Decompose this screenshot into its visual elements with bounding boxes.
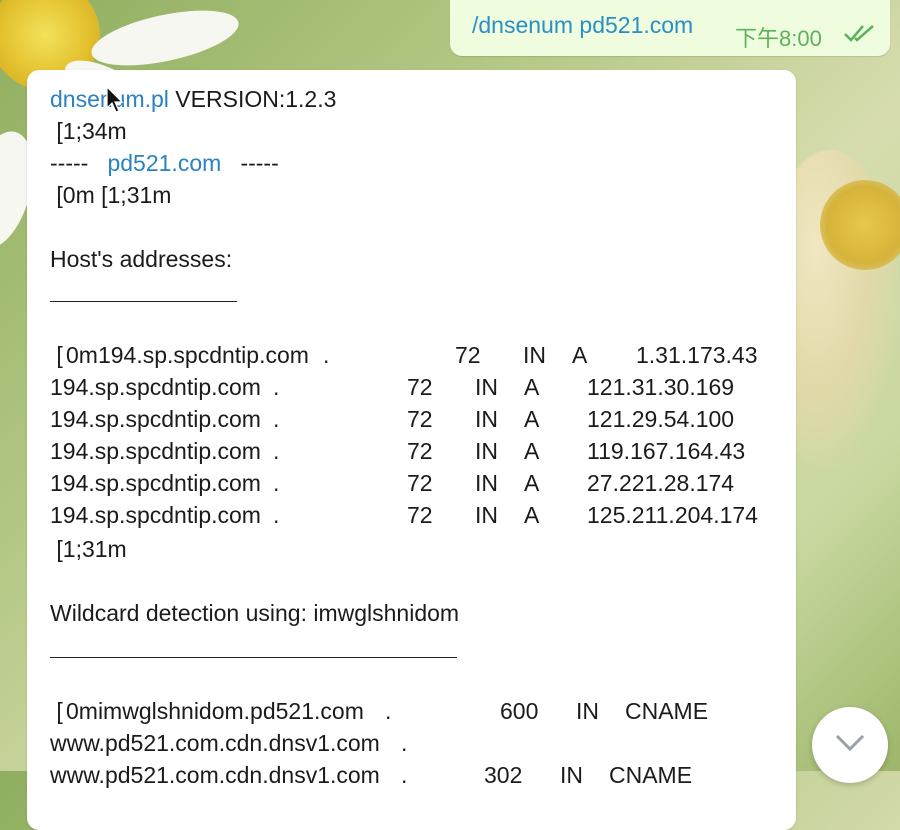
scroll-down-button[interactable]	[812, 707, 888, 783]
host-link[interactable]: www.pd521.com.cdn.dnsv1.com	[50, 728, 380, 758]
ip-link[interactable]: 27.221.28.174	[587, 468, 734, 498]
dash-suffix: -----	[221, 150, 279, 176]
host-link[interactable]: 194.sp.spcdntip.com	[50, 500, 261, 530]
ttl-value: 600	[500, 698, 539, 724]
ip-link[interactable]: 119.167.164.43	[587, 436, 745, 466]
host-link[interactable]: 0m194.sp.spcdntip.com	[66, 340, 309, 370]
ttl-value: 302	[484, 762, 523, 788]
ip-link[interactable]: 125.211.204.174	[587, 500, 758, 530]
double-check-icon	[844, 25, 874, 42]
record-type: A	[524, 374, 540, 400]
ansi-prefix: [	[50, 342, 63, 368]
domain-line: ----- pd521.com -----	[50, 148, 279, 178]
chevron-down-icon	[835, 734, 865, 752]
host-dot: .	[273, 406, 280, 432]
record-class: IN	[560, 762, 583, 788]
ttl-value: 72	[407, 502, 433, 528]
record-class: IN	[523, 342, 546, 368]
tool-version: VERSION:1.2.3	[168, 86, 337, 112]
host-dot: .	[273, 438, 280, 464]
record-type: A	[524, 470, 540, 496]
host-link[interactable]: 0mimwglshnidom.pd521.com	[66, 696, 364, 726]
ttl-value: 72	[407, 406, 433, 432]
ttl-value: 72	[455, 342, 481, 368]
wildcard-heading: Wildcard detection using: imwglshnidom	[50, 600, 460, 626]
host-link[interactable]: 194.sp.spcdntip.com	[50, 436, 261, 466]
dash-prefix: -----	[50, 150, 108, 176]
ttl-value: 72	[407, 374, 433, 400]
ip-link[interactable]: 121.29.54.100	[587, 404, 734, 434]
outgoing-message-text: /dnsenum pd521.com	[472, 12, 694, 38]
ansi-code-line: [0m [1;31m	[50, 182, 172, 208]
message-time: 下午8:00	[735, 26, 822, 51]
ip-link[interactable]: 1.31.173.43	[636, 340, 758, 370]
ttl-value: 72	[407, 438, 433, 464]
record-class: IN	[475, 438, 498, 464]
background-flower-center	[820, 180, 900, 270]
domain-link[interactable]: pd521.com	[107, 150, 221, 176]
host-link[interactable]: 194.sp.spcdntip.com	[50, 468, 261, 498]
ansi-code-line: [1;34m	[50, 118, 127, 144]
host-dot: .	[273, 374, 280, 400]
host-dot: .	[385, 698, 392, 724]
record-class: IN	[475, 502, 498, 528]
hosts-heading: Host's addresses:	[50, 246, 233, 272]
host-dot: .	[401, 730, 408, 756]
mouse-cursor-icon	[106, 86, 124, 113]
record-class: IN	[576, 698, 599, 724]
ansi-prefix: [	[50, 698, 63, 724]
background-petal	[86, 0, 244, 77]
host-link[interactable]: 194.sp.spcdntip.com	[50, 372, 261, 402]
wildcard-underline	[50, 657, 457, 658]
host-dot: .	[323, 342, 330, 368]
host-dot: .	[273, 470, 280, 496]
ansi-code-line: [1;31m	[50, 536, 127, 562]
record-class: IN	[475, 470, 498, 496]
record-type: A	[524, 406, 540, 432]
ip-link[interactable]: 121.31.30.169	[587, 372, 734, 402]
ttl-value: 72	[407, 470, 433, 496]
record-type: A	[524, 438, 540, 464]
host-link[interactable]: 194.sp.spcdntip.com	[50, 404, 261, 434]
record-type: CNAME	[625, 698, 709, 724]
header-line: dnsenum.pl VERSION:1.2.3	[50, 84, 336, 114]
outgoing-message-bubble[interactable]: /dnsenum pd521.com 下午8:00	[450, 0, 890, 56]
host-link[interactable]: www.pd521.com.cdn.dnsv1.com	[50, 760, 380, 790]
record-type: CNAME	[609, 762, 693, 788]
record-class: IN	[475, 406, 498, 432]
host-dot: .	[273, 502, 280, 528]
hosts-underline	[50, 301, 237, 302]
record-class: IN	[475, 374, 498, 400]
incoming-message-bubble[interactable]: dnsenum.pl VERSION:1.2.3 [1;34m ----- pd…	[27, 70, 796, 830]
host-dot: .	[401, 762, 408, 788]
record-type: A	[572, 342, 588, 368]
record-type: A	[524, 502, 540, 528]
